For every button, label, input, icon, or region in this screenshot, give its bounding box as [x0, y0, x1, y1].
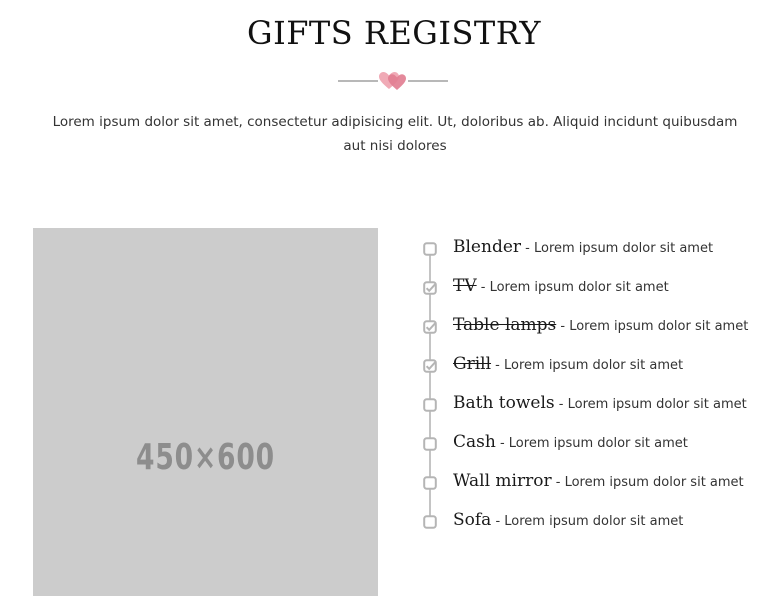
registry-item-description: - Lorem ipsum dolor sit amet — [491, 358, 683, 373]
registry-item-line: Cash - Lorem ipsum dolor sit amet — [453, 432, 688, 452]
page-title: GIFTS REGISTRY — [247, 14, 541, 52]
registry-item: TV - Lorem ipsum dolor sit amet — [422, 273, 767, 312]
registry-item: Wall mirror - Lorem ipsum dolor sit amet — [422, 468, 767, 507]
registry-item-name: Grill — [453, 354, 492, 374]
registry-item-description-text: Lorem ipsum dolor sit amet — [533, 241, 714, 256]
registry-item-description: - Lorem ipsum dolor sit amet — [552, 475, 744, 490]
checkbox-icon[interactable] — [423, 398, 437, 412]
registry-item-name: Blender — [453, 237, 522, 257]
registry-item-line: Bath towels - Lorem ipsum dolor sit amet — [453, 393, 747, 413]
registry-item-line: Blender - Lorem ipsum dolor sit amet — [453, 237, 713, 257]
registry-item-description-text: Lorem ipsum dolor sit amet — [508, 436, 688, 451]
checkbox-icon[interactable] — [423, 437, 437, 451]
registry-item-separator: - — [476, 280, 490, 295]
registry-item-description-text: Lorem ipsum dolor sit amet — [504, 514, 684, 529]
registry-item-description-text: Lorem ipsum dolor sit amet — [504, 358, 684, 373]
registry-item-name: TV — [453, 276, 477, 296]
registry-item: Bath towels - Lorem ipsum dolor sit amet — [422, 390, 767, 429]
registry-item: Cash - Lorem ipsum dolor sit amet — [422, 429, 767, 468]
intro-text: Lorem ipsum dolor sit amet, consectetur … — [52, 114, 738, 154]
registry-item: Sofa - Lorem ipsum dolor sit amet — [422, 507, 767, 546]
checkbox-icon[interactable] — [423, 242, 437, 256]
registry-item-line: TV - Lorem ipsum dolor sit amet — [453, 276, 669, 296]
registry-item-name: Wall mirror — [453, 471, 552, 491]
placeholder-size-label: 450×600 — [136, 437, 275, 478]
registry-item-description: - Lorem ipsum dolor sit amet — [496, 436, 688, 451]
registry-item-description-text: Lorem ipsum dolor sit amet — [489, 280, 669, 295]
registry-item-separator: - — [495, 436, 509, 451]
registry-item-description: - Lorem ipsum dolor sit amet — [555, 397, 747, 412]
heart-divider — [338, 70, 448, 92]
divider-line-left — [338, 80, 378, 82]
registry-item: Grill - Lorem ipsum dolor sit amet — [422, 351, 767, 390]
registry-item-line: Wall mirror - Lorem ipsum dolor sit amet — [453, 471, 744, 491]
registry-item-description: - Lorem ipsum dolor sit amet — [556, 319, 748, 334]
registry-item-separator: - — [551, 475, 565, 490]
registry-item-description-text: Lorem ipsum dolor sit amet — [569, 319, 749, 334]
registry-item-name: Cash — [453, 432, 496, 452]
registry-item-separator: - — [491, 514, 505, 529]
hearts-icon — [379, 72, 406, 90]
registry-item-separator: - — [521, 241, 534, 256]
registry-item-description: - Lorem ipsum dolor sit amet — [521, 241, 713, 256]
registry-item-separator: - — [556, 319, 570, 334]
divider-line-right — [408, 80, 448, 82]
registry-item-description: - Lorem ipsum dolor sit amet — [477, 280, 669, 295]
registry-item-name: Bath towels — [453, 393, 555, 413]
registry-item-separator: - — [554, 397, 568, 412]
checkbox-icon[interactable] — [423, 476, 437, 490]
checked-checkbox-icon[interactable] — [423, 320, 437, 334]
registry-item-description-text: Lorem ipsum dolor sit amet — [567, 397, 747, 412]
registry-item-name: Sofa — [453, 510, 492, 530]
registry-item-description: - Lorem ipsum dolor sit amet — [491, 514, 683, 529]
registry-item-line: Table lamps - Lorem ipsum dolor sit amet — [453, 315, 748, 335]
registry-item-description-text: Lorem ipsum dolor sit amet — [564, 475, 744, 490]
checked-checkbox-icon[interactable] — [423, 359, 437, 373]
registry-item-separator: - — [491, 358, 504, 373]
registry-item-name: Table lamps — [453, 315, 557, 335]
checked-checkbox-icon[interactable] — [423, 281, 437, 295]
registry-item: Blender - Lorem ipsum dolor sit amet — [422, 234, 767, 273]
registry-item: Table lamps - Lorem ipsum dolor sit amet — [422, 312, 767, 351]
image-placeholder: 450×600 — [33, 228, 378, 596]
checkbox-icon[interactable] — [423, 515, 437, 529]
registry-item-line: Grill - Lorem ipsum dolor sit amet — [453, 354, 683, 374]
registry-item-line: Sofa - Lorem ipsum dolor sit amet — [453, 510, 683, 530]
